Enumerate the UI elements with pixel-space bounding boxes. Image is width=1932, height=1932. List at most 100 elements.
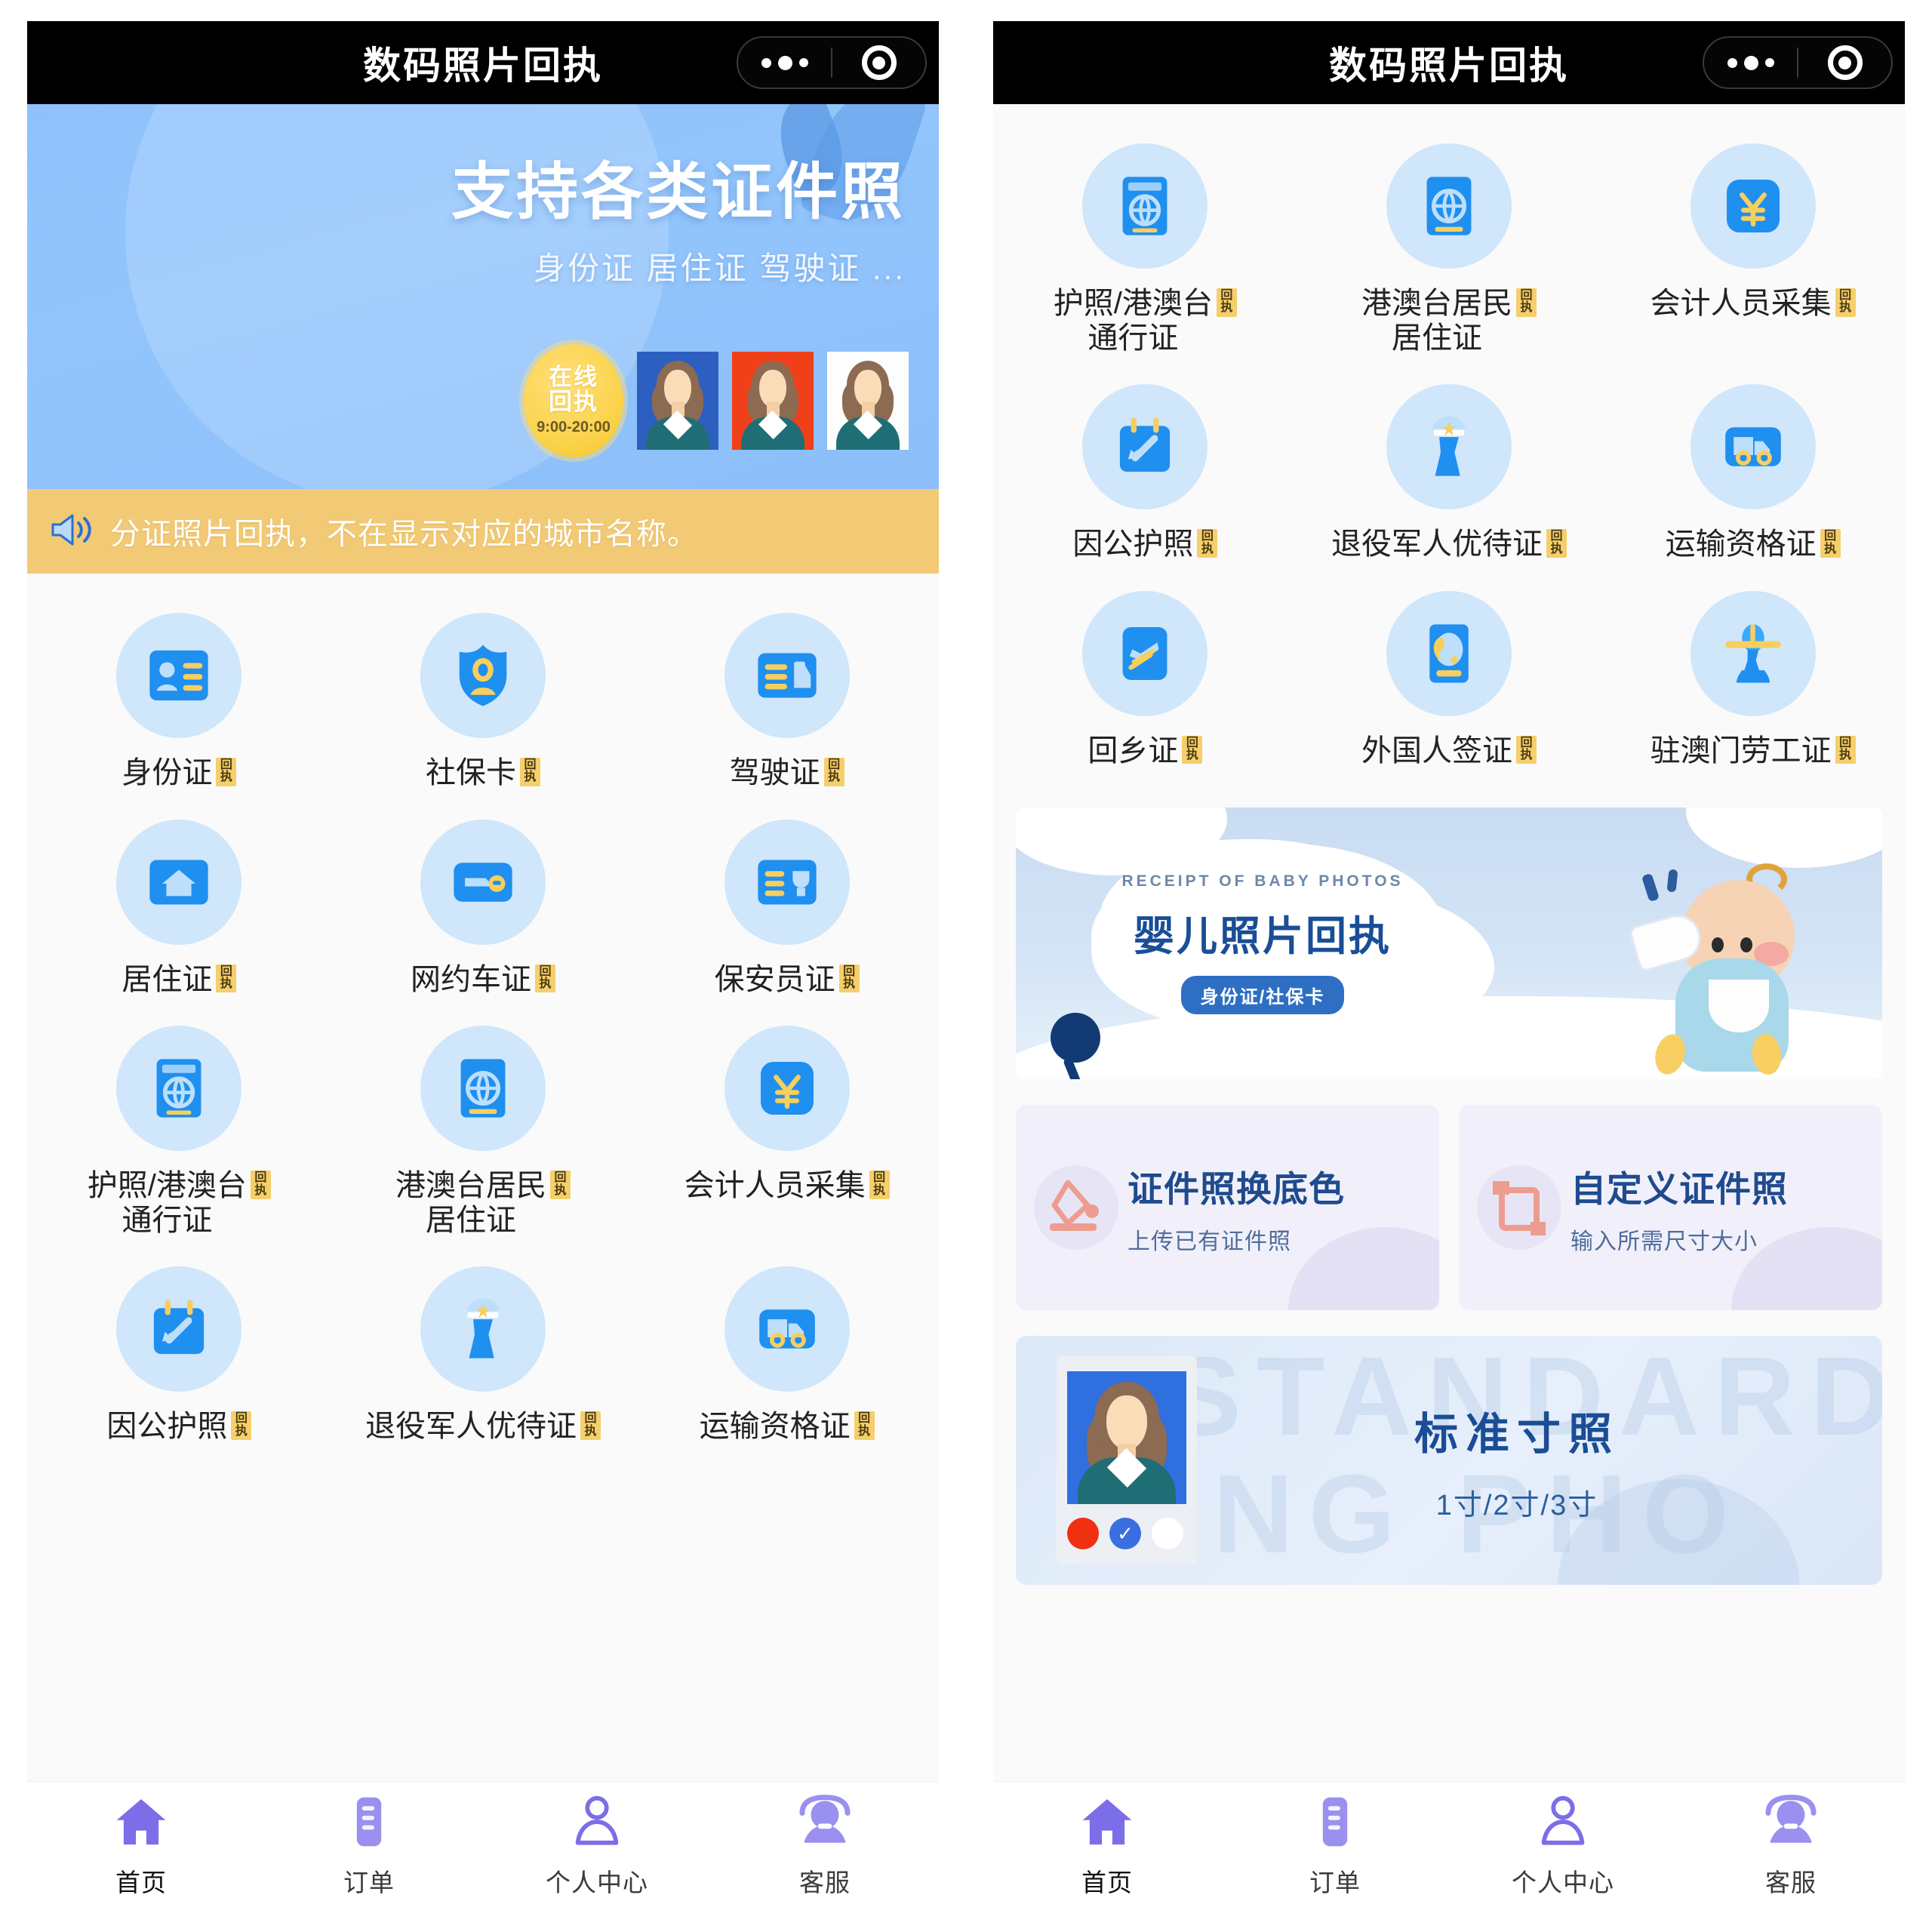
grid-item-label-line1: 护照/港澳台 — [87, 1169, 247, 1203]
standard-size-photo-card[interactable]: STANDARD ING PHO ✓ 标准寸照 1寸/2寸/3寸 — [1016, 1336, 1882, 1586]
dual-screenshot: 数码照片回执 支持各类证件照 身份证 居住证 驾驶证 ... 在线 回执 9:0… — [0, 0, 1932, 1932]
swatch-blue-selected[interactable]: ✓ — [1109, 1518, 1141, 1550]
grid-item-plane-ticket[interactable]: 因公护照回执 — [993, 371, 1297, 573]
grid-item-veteran[interactable]: 退役军人优待证回执 — [331, 1253, 635, 1455]
receipt-chip-badge: 回执 — [549, 1171, 571, 1199]
grid-item-label-line1: 退役军人优待证 — [365, 1410, 577, 1444]
receipt-chip-badge: 回执 — [216, 758, 237, 786]
grid-item-label: 护照/港澳台 通行证 回执 — [88, 1169, 271, 1238]
tab-service[interactable]: 客服 — [1677, 1794, 1905, 1899]
grid-item-veteran[interactable]: 退役军人优待证回执 — [1297, 371, 1601, 573]
grid-item-truck[interactable]: 运输资格证回执 — [635, 1253, 939, 1455]
tab-person[interactable]: 个人中心 — [1449, 1794, 1677, 1899]
section-gap — [993, 779, 1905, 808]
grid-item-globe-book[interactable]: 港澳台居民 居住证 回执 — [1297, 130, 1601, 366]
grid-item-yuan[interactable]: 会计人员采集回执 — [1601, 130, 1905, 366]
custom-photo-card[interactable]: 自定义证件照 输入所需尺寸大小 — [1459, 1105, 1882, 1311]
plane-ticket-icon — [116, 1266, 242, 1392]
grid-item-label-line1: 驻澳门劳工证 — [1650, 734, 1832, 768]
grid-item-home-card[interactable]: 居住证回执 — [27, 806, 331, 1008]
grid-item-ride-hailing[interactable]: 网约车证回执 — [331, 806, 635, 1008]
license-car-icon — [724, 613, 850, 738]
grid-item-label-line1: 保安员证 — [714, 962, 835, 996]
grid-item-label-line2: 居住证 — [425, 1203, 516, 1237]
grid-item-truck[interactable]: 运输资格证回执 — [1601, 371, 1905, 573]
wechat-capsule[interactable] — [1703, 36, 1893, 89]
grid-item-passport-globe[interactable]: 护照/港澳台 通行证 回执 — [993, 130, 1297, 366]
grid-item-plane-ticket[interactable]: 因公护照回执 — [27, 1253, 331, 1455]
grid-item-label-line1: 身份证 — [122, 756, 213, 789]
baby-banner-eyebrow: RECEIPT OF BABY PHOTOS — [1121, 872, 1404, 891]
tab-service[interactable]: 客服 — [711, 1794, 939, 1899]
grid-item-label-line1: 会计人员采集 — [684, 1169, 866, 1203]
grid-item-security-badge[interactable]: 保安员证回执 — [635, 806, 939, 1008]
receipt-chip-badge: 回执 — [823, 758, 844, 786]
grid-item-label-line1: 退役军人优待证 — [1331, 528, 1543, 561]
tab-orders[interactable]: 订单 — [1221, 1794, 1449, 1899]
sample-photo-red — [732, 352, 814, 450]
tab-home[interactable]: 首页 — [27, 1794, 255, 1899]
grid-item-label-line1: 港澳台居民 — [395, 1169, 546, 1203]
grid-item-label-line1: 因公护照 — [106, 1410, 228, 1444]
more-button[interactable] — [738, 55, 831, 70]
baby-banner-text: RECEIPT OF BABY PHOTOS 婴儿照片回执 身份证/社保卡 — [1115, 872, 1410, 1015]
grid-item-shield-person[interactable]: 社保卡回执 — [331, 599, 635, 801]
grid-item-worker[interactable]: 驻澳门劳工证回执 — [1601, 577, 1905, 780]
receipt-chip-badge: 回执 — [1197, 529, 1218, 558]
close-mini-program-button[interactable] — [832, 45, 925, 80]
grid-item-label: 会计人员采集回执 — [1651, 287, 1856, 321]
sample-photo-white — [827, 352, 909, 450]
close-mini-program-button[interactable] — [1798, 45, 1891, 80]
ride-hailing-icon — [420, 819, 546, 945]
grid-item-label: 运输资格证回执 — [700, 1410, 875, 1444]
receipt-chip-badge: 回执 — [519, 758, 540, 786]
left-scroll-body[interactable]: 支持各类证件照 身份证 居住证 驾驶证 ... 在线 回执 9:00-20:00 — [27, 104, 939, 1781]
card-subtitle: 上传已有证件照 — [1128, 1229, 1291, 1254]
right-scroll-body[interactable]: 护照/港澳台 通行证回执 港澳台居民 居住证回执 会计人员采集回执 因公护照 回… — [993, 104, 1905, 1781]
grid-item-id-card[interactable]: 身份证回执 — [27, 599, 331, 801]
grid-item-plane-card[interactable]: 回乡证回执 — [993, 577, 1297, 780]
receipt-chip-badge: 回执 — [580, 1411, 601, 1440]
grid-item-globe-book[interactable]: 港澳台居民 居住证 回执 — [331, 1012, 635, 1248]
tab-home[interactable]: 首页 — [993, 1794, 1221, 1899]
notice-text: 分证照片回执，不在显示对应的城市名称。 — [110, 518, 698, 551]
grid-item-yuan[interactable]: 会计人员采集回执 — [635, 1012, 939, 1248]
baby-banner-chip: 身份证/社保卡 — [1180, 976, 1345, 1015]
hero-banner[interactable]: 支持各类证件照 身份证 居住证 驾驶证 ... 在线 回执 9:00-20:00 — [27, 104, 939, 489]
badge-line-1: 在线 — [549, 363, 598, 390]
tab-label: 首页 — [115, 1869, 167, 1897]
tab-orders[interactable]: 订单 — [255, 1794, 483, 1899]
worker-icon — [1690, 590, 1816, 716]
swatch-white[interactable] — [1152, 1518, 1183, 1550]
grid-item-label: 回乡证回执 — [1088, 734, 1203, 769]
receipt-chip-badge: 回执 — [1515, 288, 1537, 317]
grid-item-passport-globe[interactable]: 护照/港澳台 通行证 回执 — [27, 1012, 331, 1248]
baby-photo-banner[interactable]: RECEIPT OF BABY PHOTOS 婴儿照片回执 身份证/社保卡 — [1016, 808, 1882, 1080]
tab-person[interactable]: 个人中心 — [483, 1794, 711, 1899]
receipt-chip-badge: 回执 — [231, 1411, 252, 1440]
grid-item-label-line1: 会计人员采集 — [1650, 287, 1832, 320]
receipt-chip-badge: 回执 — [1546, 529, 1567, 558]
home-icon — [1079, 1794, 1135, 1854]
tab-label: 订单 — [343, 1869, 395, 1897]
left-navbar: 数码照片回执 — [27, 21, 939, 104]
notice-bar[interactable]: 分证照片回执，不在显示对应的城市名称。 — [27, 489, 939, 574]
swatch-red[interactable] — [1067, 1518, 1099, 1550]
wechat-capsule[interactable] — [737, 36, 927, 89]
receipt-chip-badge: 回执 — [854, 1411, 875, 1440]
grid-item-label-line1: 护照/港澳台 — [1053, 287, 1213, 320]
grid-item-label: 运输资格证回执 — [1666, 528, 1841, 562]
target-icon — [1827, 45, 1863, 80]
more-button[interactable] — [1704, 55, 1797, 70]
grid-item-label-line1: 驾驶证 — [729, 756, 820, 789]
grid-item-label: 因公护照回执 — [1072, 528, 1218, 562]
receipt-chip-badge: 回执 — [838, 964, 860, 993]
change-background-card[interactable]: 证件照换底色 上传已有证件照 — [1016, 1105, 1439, 1311]
background-color-swatches[interactable]: ✓ — [1067, 1518, 1186, 1550]
yuan-icon — [724, 1026, 850, 1152]
receipt-chip-badge: 回执 — [1835, 288, 1856, 317]
hero-bottom-row: 在线 回执 9:00-20:00 — [524, 344, 909, 457]
grid-item-license-car[interactable]: 驾驶证回执 — [635, 599, 939, 801]
left-tabbar: 首页 订单 个人中心 客服 — [27, 1781, 939, 1911]
grid-item-visa-globe[interactable]: 外国人签证回执 — [1297, 577, 1601, 780]
